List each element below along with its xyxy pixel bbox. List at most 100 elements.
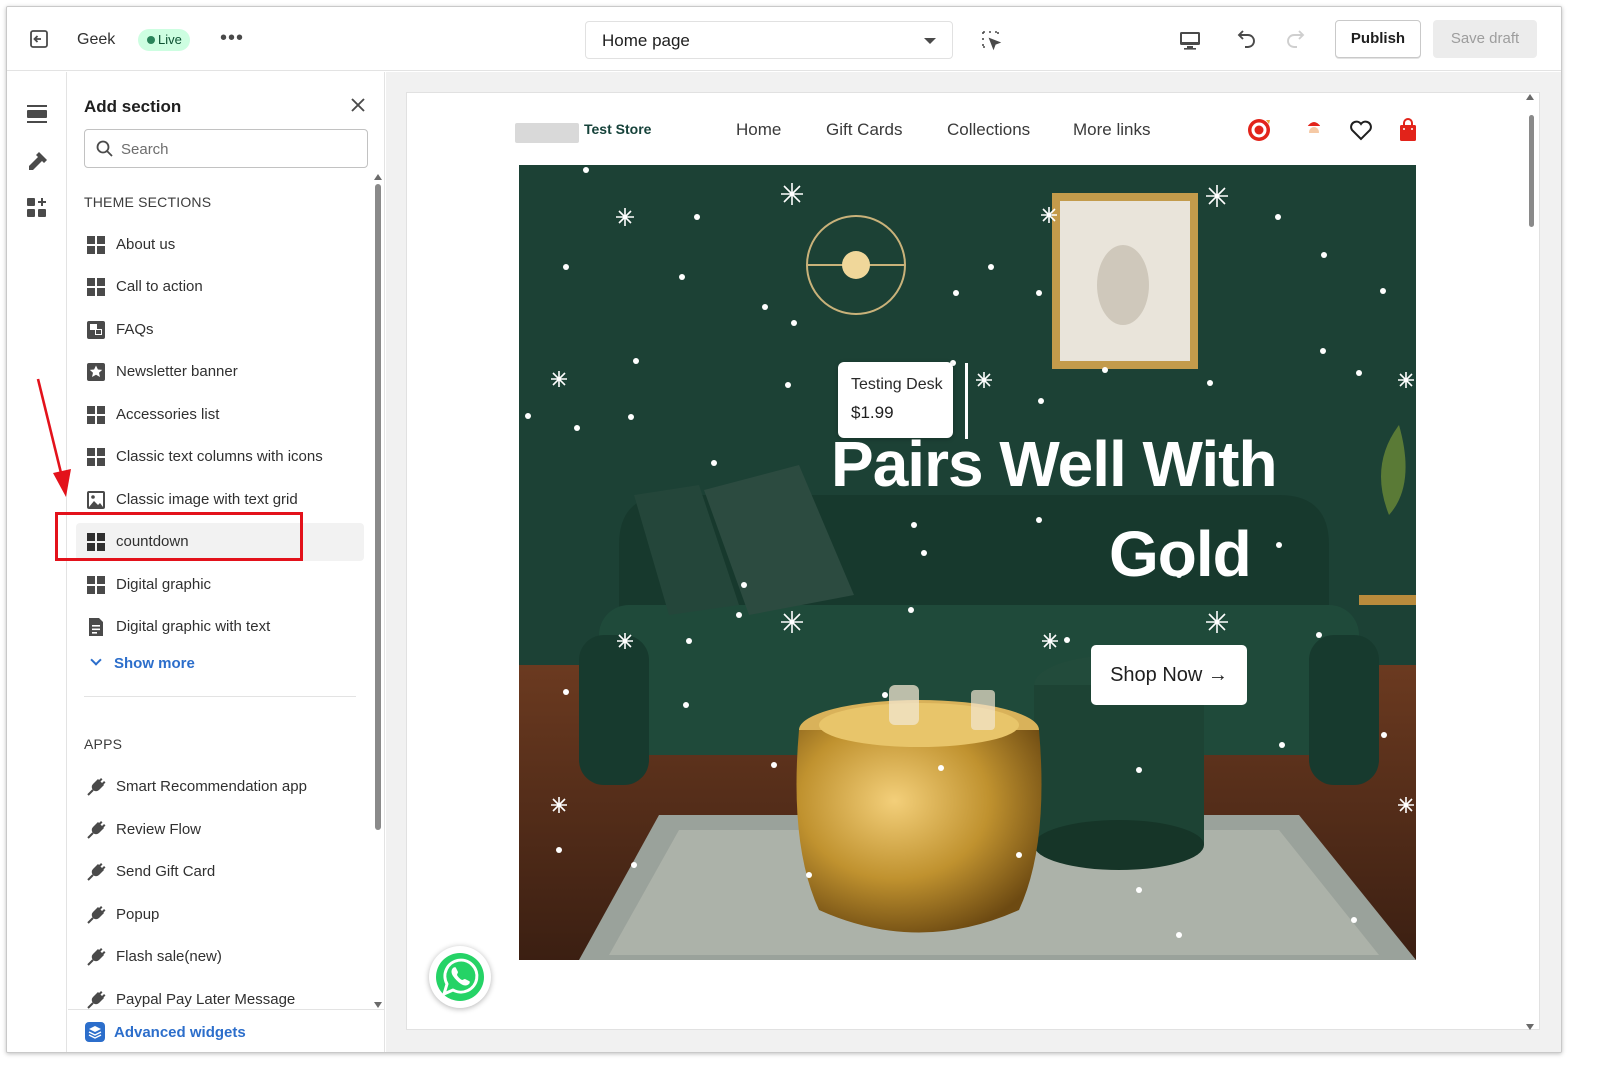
app-item-label: Send Gift Card (116, 863, 216, 880)
plug-icon (87, 948, 106, 966)
app-item-flash-sale[interactable]: Flash sale(new) (76, 938, 364, 976)
app-item-smart-recommendation[interactable]: Smart Recommendation app (76, 768, 364, 806)
section-item-classic-text-columns[interactable]: Classic text columns with icons (76, 438, 364, 476)
inspector-select-icon[interactable] (980, 29, 1002, 51)
save-draft-button[interactable]: Save draft (1433, 20, 1537, 58)
app-item-label: Paypal Pay Later Message (116, 991, 296, 1008)
preview-scrollbar[interactable] (1523, 92, 1535, 1032)
plug-icon (87, 778, 106, 796)
santa-account-icon[interactable] (1301, 117, 1327, 143)
live-status-badge: Live (138, 29, 190, 51)
section-item-digital-graphic[interactable]: Digital graphic (76, 566, 364, 604)
section-item-newsletter-banner[interactable]: Newsletter banner (76, 353, 364, 391)
shop-now-button[interactable]: Shop Now → (1091, 645, 1247, 705)
theme-editor-window: Geek Live ••• Home page Publish Save dra… (6, 6, 1562, 1053)
search-field[interactable] (84, 129, 368, 168)
nav-link-home[interactable]: Home (736, 120, 781, 140)
exit-icon[interactable] (27, 27, 51, 51)
target-logo-icon[interactable] (1246, 117, 1272, 143)
section-item-digital-graphic-with-text[interactable]: Digital graphic with text (76, 608, 364, 646)
nav-link-collections[interactable]: Collections (947, 120, 1030, 140)
section-item-label: About us (116, 236, 176, 253)
section-item-about-us[interactable]: About us (76, 226, 364, 264)
app-item-label: Popup (116, 906, 160, 923)
desktop-preview-icon[interactable] (1178, 28, 1202, 52)
star-icon (87, 363, 105, 381)
storefront-preview[interactable]: Test Store Home Gift Cards Collections M… (406, 92, 1540, 1030)
section-item-accessories-list[interactable]: Accessories list (76, 396, 364, 434)
app-item-review-flow[interactable]: Review Flow (76, 811, 364, 849)
advanced-widgets-link[interactable]: Advanced widgets (68, 1009, 384, 1052)
store-logo-text[interactable]: Test Store (584, 121, 651, 137)
app-item-popup[interactable]: Popup (76, 896, 364, 934)
search-input[interactable] (121, 138, 351, 160)
app-item-label: Review Flow (116, 821, 202, 838)
close-icon[interactable] (348, 95, 368, 115)
section-item-label: Accessories list (116, 406, 220, 423)
chevron-down-icon (924, 38, 936, 44)
hero-headline-line-2: Gold (1109, 518, 1252, 590)
highlight-annotation-box (55, 512, 303, 561)
heart-wishlist-icon[interactable] (1348, 117, 1374, 143)
hero-background-image (519, 165, 1416, 960)
shopping-bag-icon[interactable] (1395, 117, 1421, 143)
section-item-label: Call to action (116, 278, 203, 295)
app-embeds-icon[interactable] (25, 196, 49, 220)
redo-icon[interactable] (1284, 27, 1310, 53)
advanced-widgets-label: Advanced widgets (114, 1024, 246, 1041)
more-actions-button[interactable]: ••• (220, 28, 244, 48)
app-item-send-gift-card[interactable]: Send Gift Card (76, 853, 364, 891)
app-item-label: Smart Recommendation app (116, 778, 307, 795)
editor-icon-rail (7, 72, 67, 1052)
section-item-label: Newsletter banner (116, 363, 238, 380)
plug-icon (87, 906, 106, 924)
hero-banner[interactable]: Testing Desk $1.99 Pairs Well With Gold … (519, 165, 1416, 960)
section-item-label: FAQs (116, 321, 154, 338)
hero-headline-line-1: Pairs Well With (831, 428, 1278, 500)
grid-icon (87, 406, 105, 424)
show-more-button[interactable]: Show more (84, 654, 195, 672)
document-icon (89, 618, 103, 636)
section-item-faqs[interactable]: FAQs (76, 311, 364, 349)
page-selector[interactable]: Home page (585, 21, 953, 59)
image-icon (87, 491, 105, 509)
grid-icon (87, 448, 105, 466)
section-item-label: Classic text columns with icons (116, 448, 323, 465)
red-arrow-annotation-icon (36, 378, 71, 497)
theme-settings-icon[interactable] (25, 150, 49, 174)
panel-title: Add section (84, 97, 182, 116)
plug-icon (87, 821, 106, 839)
section-item-label: Classic image with text grid (116, 491, 298, 508)
plug-icon (87, 991, 106, 1009)
app-item-label: Flash sale(new) (116, 948, 222, 965)
preview-canvas: Test Store Home Gift Cards Collections M… (386, 72, 1561, 1052)
sections-icon[interactable] (25, 102, 49, 126)
whatsapp-chat-button[interactable] (429, 946, 491, 1008)
whatsapp-icon (436, 953, 484, 1001)
store-logo-image[interactable] (515, 123, 579, 143)
page-selector-value: Home page (602, 31, 690, 50)
grid-icon (87, 576, 105, 594)
undo-icon[interactable] (1232, 27, 1258, 53)
chevron-down-icon (90, 654, 102, 666)
apps-heading: APPS (84, 736, 123, 752)
theme-sections-heading: THEME SECTIONS (84, 194, 212, 210)
grid-icon (87, 278, 105, 296)
preview-scrollbar-thumb[interactable] (1529, 115, 1534, 227)
grid-icon (87, 236, 105, 254)
product-tag-name: Testing Desk (851, 376, 943, 393)
nav-link-more-links[interactable]: More links (1073, 120, 1150, 140)
search-icon (96, 140, 113, 157)
divider (84, 696, 356, 697)
publish-button[interactable]: Publish (1335, 20, 1421, 58)
faq-icon (87, 321, 105, 339)
store-name: Geek (77, 31, 116, 48)
section-item-call-to-action[interactable]: Call to action (76, 268, 364, 306)
section-item-label: Digital graphic (116, 576, 212, 593)
nav-link-gift-cards[interactable]: Gift Cards (826, 120, 903, 140)
panel-scrollbar-thumb[interactable] (375, 184, 381, 830)
add-section-panel: Add section THEME SECTIONS About us Call… (68, 72, 385, 1052)
plug-icon (87, 863, 106, 881)
section-item-label: Digital graphic with text (116, 618, 271, 635)
product-tag-price: $1.99 (851, 403, 894, 422)
